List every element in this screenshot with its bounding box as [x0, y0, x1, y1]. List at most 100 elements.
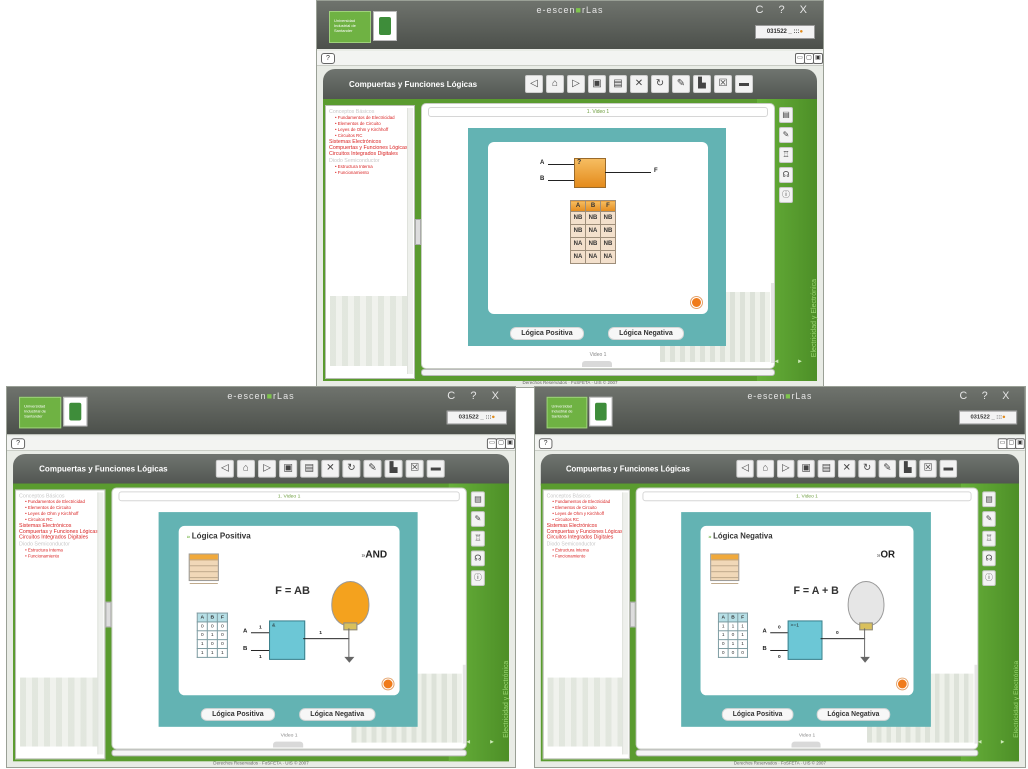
pencil-icon[interactable]: ✎: [982, 511, 996, 527]
refresh-icon[interactable]: ↻: [342, 459, 361, 478]
next-dot-button[interactable]: [897, 678, 908, 690]
document-icon[interactable]: ▤: [470, 491, 485, 508]
input-value-a[interactable]: 0: [778, 624, 781, 630]
glossary-icon[interactable]: ▙: [384, 459, 403, 478]
nav-link[interactable]: • Funcionamiento: [329, 170, 409, 176]
input-value-b[interactable]: 0: [778, 654, 781, 660]
positive-logic-button[interactable]: Lógica Positiva: [722, 708, 794, 721]
nav-scrollbar[interactable]: [622, 492, 628, 755]
side-scrollbar[interactable]: [462, 664, 466, 744]
home-icon[interactable]: ⌂: [756, 459, 775, 478]
page-arrows[interactable]: ◄ ►: [773, 359, 811, 365]
glossary-icon[interactable]: ▙: [693, 75, 711, 93]
negative-logic-button[interactable]: Lógica Negativa: [816, 708, 891, 721]
network-icon[interactable]: ♖: [470, 530, 485, 547]
help-button[interactable]: ?: [11, 438, 26, 450]
exit-icon[interactable]: ▬: [735, 75, 753, 93]
notes-icon[interactable]: ✎: [363, 459, 382, 478]
side-scrollbar[interactable]: [974, 664, 978, 744]
document-icon[interactable]: ▤: [982, 491, 996, 508]
next-dot-button[interactable]: [382, 678, 394, 690]
pencil-icon[interactable]: ✎: [470, 511, 485, 527]
users-icon[interactable]: ☊: [779, 167, 793, 183]
input-value-a[interactable]: 1: [259, 624, 262, 630]
horizontal-scrollbar[interactable]: [421, 369, 775, 376]
help-button[interactable]: ?: [321, 53, 335, 64]
info-icon[interactable]: ⓘ: [470, 570, 485, 586]
forward-icon[interactable]: ▷: [777, 459, 795, 478]
glossary-icon[interactable]: ▙: [898, 459, 917, 478]
window-controls[interactable]: C ? X: [959, 390, 1015, 402]
next-dot-button[interactable]: [691, 297, 702, 308]
refresh-icon[interactable]: ↻: [858, 459, 876, 478]
negative-logic-button[interactable]: Lógica Negativa: [608, 327, 684, 340]
forward-icon[interactable]: ▷: [258, 459, 277, 478]
nav-link[interactable]: Circuitos Integrados Digitales: [547, 535, 624, 541]
boolean-formula: F = A + B: [793, 584, 839, 597]
users-icon[interactable]: ☊: [470, 550, 485, 567]
notes-icon[interactable]: ✎: [672, 75, 690, 93]
network-icon[interactable]: ♖: [779, 147, 793, 163]
nav-link[interactable]: • Funcionamiento: [547, 553, 624, 559]
nav-scrollbar[interactable]: [97, 492, 104, 755]
print-icon[interactable]: ▣: [279, 459, 298, 478]
mini-truth-table-icon[interactable]: [710, 553, 740, 584]
screenshot-negative-logic: Universidad Industrial de Santander e-es…: [534, 386, 1026, 768]
calculator-icon[interactable]: ▤: [609, 75, 627, 93]
calculator-icon[interactable]: ▤: [300, 459, 319, 478]
refresh-icon[interactable]: ↻: [651, 75, 669, 93]
window-controls[interactable]: C ? X: [447, 390, 505, 402]
video-tab[interactable]: 1. Video 1: [428, 107, 768, 117]
horizontal-scrollbar[interactable]: [111, 749, 467, 757]
close-icon[interactable]: ▣: [813, 53, 823, 64]
nav-link[interactable]: Circuitos Integrados Digitales: [19, 535, 99, 541]
back-icon[interactable]: ◁: [215, 459, 234, 478]
back-icon[interactable]: ◁: [736, 459, 754, 478]
page-arrows[interactable]: ◄ ►: [977, 740, 1013, 746]
page-arrows[interactable]: ◄ ►: [465, 740, 503, 746]
home-icon[interactable]: ⌂: [236, 459, 255, 478]
video-tab[interactable]: 1. Video 1: [642, 491, 972, 502]
video-tab[interactable]: 1. Video 1: [118, 491, 460, 502]
input-value-b[interactable]: 1: [259, 654, 262, 660]
positive-logic-button[interactable]: Lógica Positiva: [510, 327, 584, 340]
footer-tab[interactable]: [273, 741, 304, 748]
close-icon[interactable]: ▣: [504, 438, 515, 450]
bookmark-icon[interactable]: ☒: [714, 75, 732, 93]
side-tools: ▤ ✎ ♖ ☊ ⓘ: [779, 107, 793, 207]
help-button[interactable]: ?: [538, 438, 553, 450]
nav-scrollbar[interactable]: [407, 108, 413, 374]
mini-truth-table-icon[interactable]: [188, 553, 219, 584]
tools-icon[interactable]: ✕: [630, 75, 648, 93]
print-icon[interactable]: ▣: [588, 75, 606, 93]
bookmark-icon[interactable]: ☒: [919, 459, 937, 478]
tools-icon[interactable]: ✕: [321, 459, 340, 478]
notes-icon[interactable]: ✎: [878, 459, 897, 478]
forward-icon[interactable]: ▷: [567, 75, 585, 93]
home-icon[interactable]: ⌂: [546, 75, 564, 93]
document-icon[interactable]: ▤: [779, 107, 793, 123]
tools-icon[interactable]: ✕: [837, 459, 856, 478]
back-icon[interactable]: ◁: [525, 75, 543, 93]
pencil-icon[interactable]: ✎: [779, 127, 793, 143]
info-icon[interactable]: ⓘ: [982, 570, 996, 586]
calculator-icon[interactable]: ▤: [817, 459, 836, 478]
print-icon[interactable]: ▣: [797, 459, 815, 478]
positive-logic-button[interactable]: Lógica Positiva: [201, 708, 275, 721]
nav-link[interactable]: • Funcionamiento: [19, 553, 99, 559]
negative-logic-button[interactable]: Lógica Negativa: [299, 708, 376, 721]
footer-tab[interactable]: [791, 741, 821, 748]
info-icon[interactable]: ⓘ: [779, 187, 793, 203]
close-icon[interactable]: ▣: [1015, 438, 1025, 450]
bookmark-icon[interactable]: ☒: [405, 459, 424, 478]
users-icon[interactable]: ☊: [982, 550, 996, 567]
toolbar: ◁ ⌂ ▷ ▣ ▤ ✕ ↻ ✎ ▙ ☒ ▬: [215, 459, 448, 478]
exit-icon[interactable]: ▬: [426, 459, 445, 478]
footer-tab[interactable]: [582, 361, 612, 367]
side-scrollbar[interactable]: [771, 283, 774, 363]
network-icon[interactable]: ♖: [982, 530, 996, 547]
exit-icon[interactable]: ▬: [939, 459, 958, 478]
window-controls[interactable]: C ? X: [755, 4, 813, 16]
nav-link[interactable]: Circuitos Integrados Digitales: [329, 151, 409, 157]
horizontal-scrollbar[interactable]: [635, 749, 979, 757]
